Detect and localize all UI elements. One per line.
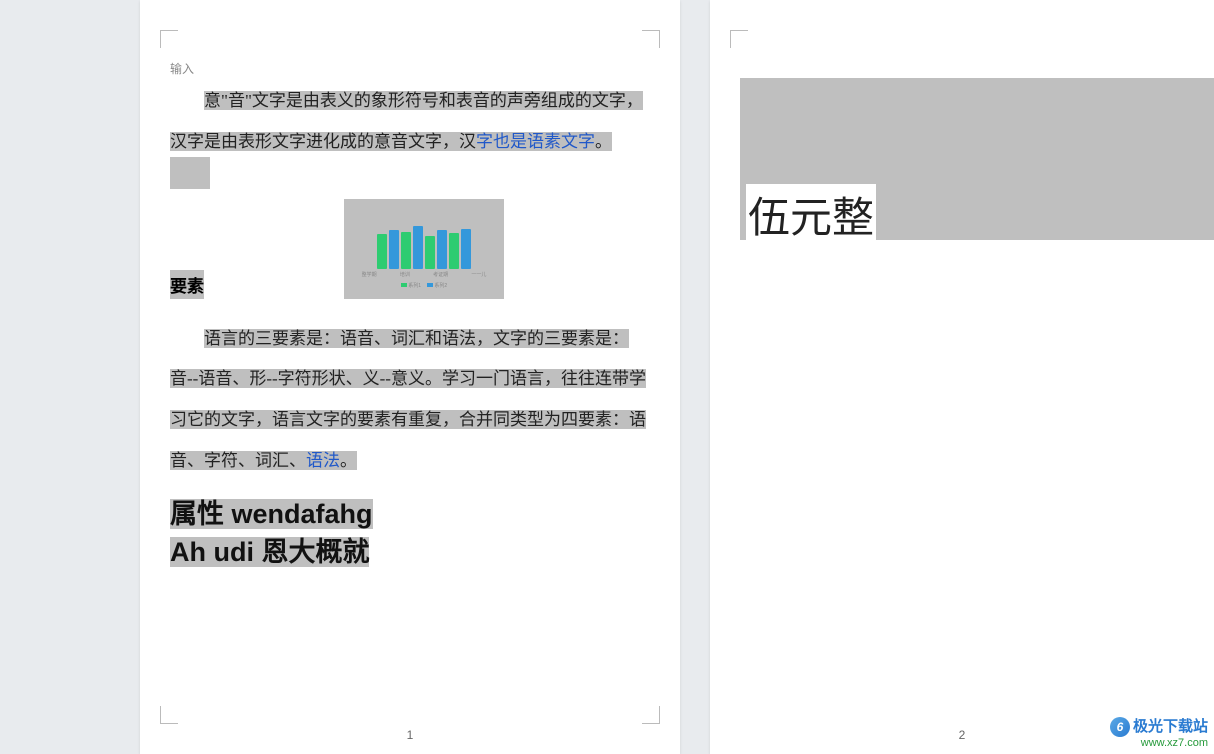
paragraph-2[interactable]: 语言的三要素是：语音、词汇和语法，文字的三要素是：音--语音、形--字符形状、义… — [170, 319, 650, 482]
bar — [425, 236, 435, 269]
legend-swatch-icon — [427, 283, 433, 287]
x-label: 考证期 — [433, 271, 448, 278]
para2-text[interactable]: 语言的三要素是：语音、词汇和语法，文字的三要素是：音--语音、形--字符形状、义… — [170, 329, 646, 470]
legend-label: 系列1 — [408, 283, 421, 289]
chart-legend: 系列1 系列2 — [344, 282, 504, 289]
paragraph-1[interactable]: 意"音"文字是由表义的象形符号和表音的声旁组成的文字，汉字是由表形文字进化成的意… — [170, 81, 650, 163]
page-number: 1 — [140, 728, 680, 742]
pages-container: 输入 意"音"文字是由表义的象形符号和表音的声旁组成的文字，汉字是由表形文字进化… — [0, 0, 1214, 754]
heading-line-2[interactable]: Ah udi 恩大概就 — [170, 537, 369, 567]
page2-text[interactable]: 伍元整 — [746, 184, 876, 245]
x-label: 培训 — [400, 271, 410, 278]
input-placeholder-label[interactable]: 输入 — [170, 60, 650, 77]
para2-tail[interactable]: 。 — [340, 451, 357, 470]
embedded-chart[interactable]: 整学期 培训 考证期 一一儿 系列1 系列2 — [344, 199, 504, 299]
bar — [389, 230, 399, 268]
heading-block[interactable]: 属性 wendafahg Ah udi 恩大概就 — [170, 496, 650, 572]
bar — [437, 230, 447, 268]
legend-label: 系列2 — [434, 283, 447, 289]
bar — [461, 229, 471, 269]
para1-tail[interactable]: 。 — [595, 132, 612, 151]
bar — [449, 233, 459, 269]
section-row: 要素 整学期 培训 考证期 — [170, 199, 650, 299]
legend-swatch-icon — [401, 283, 407, 287]
para2-hyperlink[interactable]: 语法 — [306, 451, 340, 470]
chart-bars — [344, 199, 504, 269]
chart-x-labels: 整学期 培训 考证期 一一儿 — [344, 269, 504, 280]
heading-line-1[interactable]: 属性 wendafahg — [170, 499, 373, 529]
x-label: 整学期 — [362, 271, 377, 278]
margin-corner-icon — [160, 30, 178, 48]
document-page-2[interactable]: 伍元整 2 — [710, 0, 1214, 754]
x-label: 一一儿 — [471, 271, 486, 278]
bar — [413, 226, 423, 268]
section-heading[interactable]: 要素 — [170, 270, 204, 299]
bar — [401, 232, 411, 269]
page1-content[interactable]: 输入 意"音"文字是由表义的象形符号和表音的声旁组成的文字，汉字是由表形文字进化… — [170, 60, 650, 714]
margin-corner-icon — [642, 30, 660, 48]
document-page-1[interactable]: 输入 意"音"文字是由表义的象形符号和表音的声旁组成的文字，汉字是由表形文字进化… — [140, 0, 680, 754]
bar — [377, 234, 387, 268]
margin-corner-icon — [730, 30, 748, 48]
para1-hyperlink[interactable]: 字也是语素文字 — [476, 132, 595, 151]
page-number: 2 — [710, 728, 1214, 742]
